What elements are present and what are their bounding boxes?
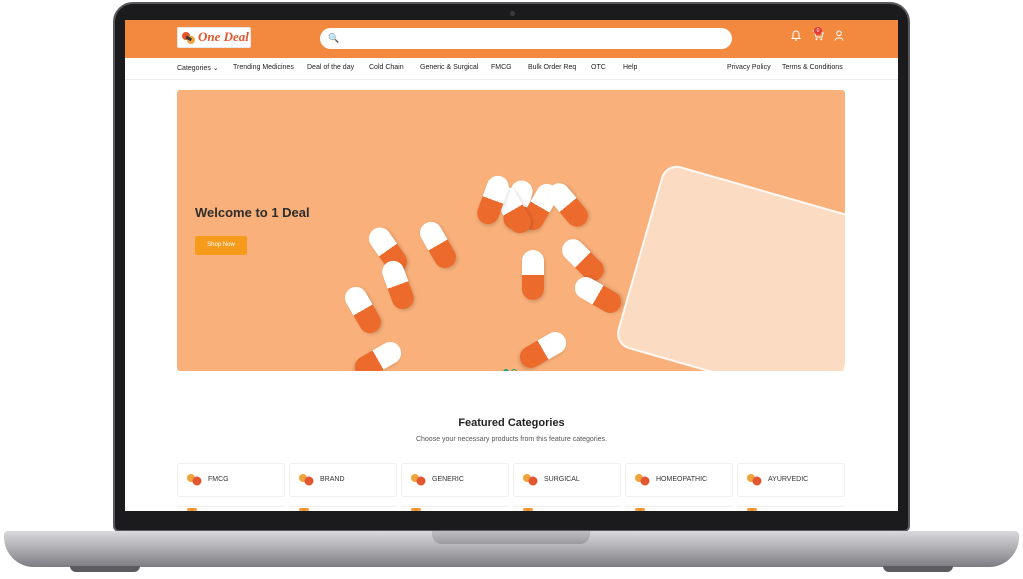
category-label: AYURVEDIC xyxy=(768,476,809,483)
carousel-dots xyxy=(503,362,519,371)
category-card-partial[interactable] xyxy=(737,506,845,511)
category-card-fmcg[interactable]: FMCG xyxy=(177,463,285,497)
category-card-homeopathic[interactable]: HOMEOPATHIC xyxy=(625,463,733,497)
carousel-dot[interactable] xyxy=(503,369,509,371)
shop-now-button[interactable]: Shop Now xyxy=(195,236,247,255)
category-card-brand[interactable]: BRAND xyxy=(289,463,397,497)
pill-category-icon xyxy=(747,474,762,486)
category-label: SURGICAL xyxy=(544,476,580,483)
laptop-frame: One Deal 🔍 0 Categories ⌄ Trending Medic… xyxy=(0,0,1023,579)
nav-trending-medicines[interactable]: Trending Medicines xyxy=(233,64,294,71)
pill-category-icon xyxy=(299,474,314,486)
nav-otc[interactable]: OTC xyxy=(591,64,606,71)
pill-image xyxy=(350,337,406,371)
carousel-dot[interactable] xyxy=(511,369,517,371)
search-bar[interactable]: 🔍 xyxy=(320,28,732,49)
pill-image xyxy=(522,250,544,300)
category-card-generic[interactable]: GENERIC xyxy=(401,463,509,497)
cart-count-badge: 0 xyxy=(814,27,822,35)
pill-image xyxy=(515,327,571,371)
camera-icon xyxy=(510,11,515,16)
category-card-partial[interactable] xyxy=(401,506,509,511)
pill-category-icon xyxy=(187,474,202,486)
pill-image xyxy=(379,257,417,313)
category-label: FMCG xyxy=(208,476,229,483)
bell-icon[interactable] xyxy=(789,30,803,44)
featured-subtitle: Choose your necessary products from this… xyxy=(415,436,608,443)
category-card-surgical[interactable]: SURGICAL xyxy=(513,463,621,497)
site-header: One Deal 🔍 0 xyxy=(125,20,898,58)
logo-text: One Deal xyxy=(198,29,249,44)
category-label: HOMEOPATHIC xyxy=(656,476,708,483)
category-label: BRAND xyxy=(320,476,345,483)
nav-help[interactable]: Help xyxy=(623,64,637,71)
category-card-ayurvedic[interactable]: AYURVEDIC xyxy=(737,463,845,497)
hero-banner[interactable]: Welcome to 1 Deal Shop Now xyxy=(177,90,845,371)
pill-category-icon xyxy=(523,474,538,486)
featured-title: Featured Categories xyxy=(458,417,565,429)
pill-bottle-image xyxy=(613,161,845,371)
category-label: GENERIC xyxy=(432,476,464,483)
main-nav: Categories ⌄ Trending Medicines Deal of … xyxy=(125,58,898,80)
laptop-foot xyxy=(883,566,953,572)
pill-category-icon xyxy=(635,474,650,486)
banner-title: Welcome to 1 Deal xyxy=(195,205,310,220)
nav-categories[interactable]: Categories ⌄ xyxy=(177,64,219,72)
category-card-partial[interactable] xyxy=(289,506,397,511)
browser-screen: One Deal 🔍 0 Categories ⌄ Trending Medic… xyxy=(125,20,898,511)
category-card-partial[interactable] xyxy=(513,506,621,511)
pill-image xyxy=(415,217,461,273)
nav-privacy-policy[interactable]: Privacy Policy xyxy=(727,64,771,71)
nav-generic-surgical[interactable]: Generic & Surgical xyxy=(420,64,478,71)
pill-category-icon xyxy=(411,474,426,486)
pill-logo-icon xyxy=(182,32,195,44)
laptop-foot xyxy=(70,566,140,572)
search-icon[interactable]: 🔍 xyxy=(328,33,339,44)
laptop-notch xyxy=(432,531,590,544)
nav-cold-chain[interactable]: Cold Chain xyxy=(369,64,404,71)
user-icon[interactable] xyxy=(832,30,846,44)
category-card-partial[interactable] xyxy=(177,506,285,511)
search-input[interactable] xyxy=(340,31,720,46)
nav-bulk-order-req[interactable]: Bulk Order Req xyxy=(528,64,576,71)
nav-terms-conditions[interactable]: Terms & Conditions xyxy=(782,64,843,71)
category-card-partial[interactable] xyxy=(625,506,733,511)
logo[interactable]: One Deal xyxy=(177,27,251,48)
nav-deal-of-the-day[interactable]: Deal of the day xyxy=(307,64,354,71)
pill-image xyxy=(340,282,386,338)
nav-fmcg[interactable]: FMCG xyxy=(491,64,512,71)
